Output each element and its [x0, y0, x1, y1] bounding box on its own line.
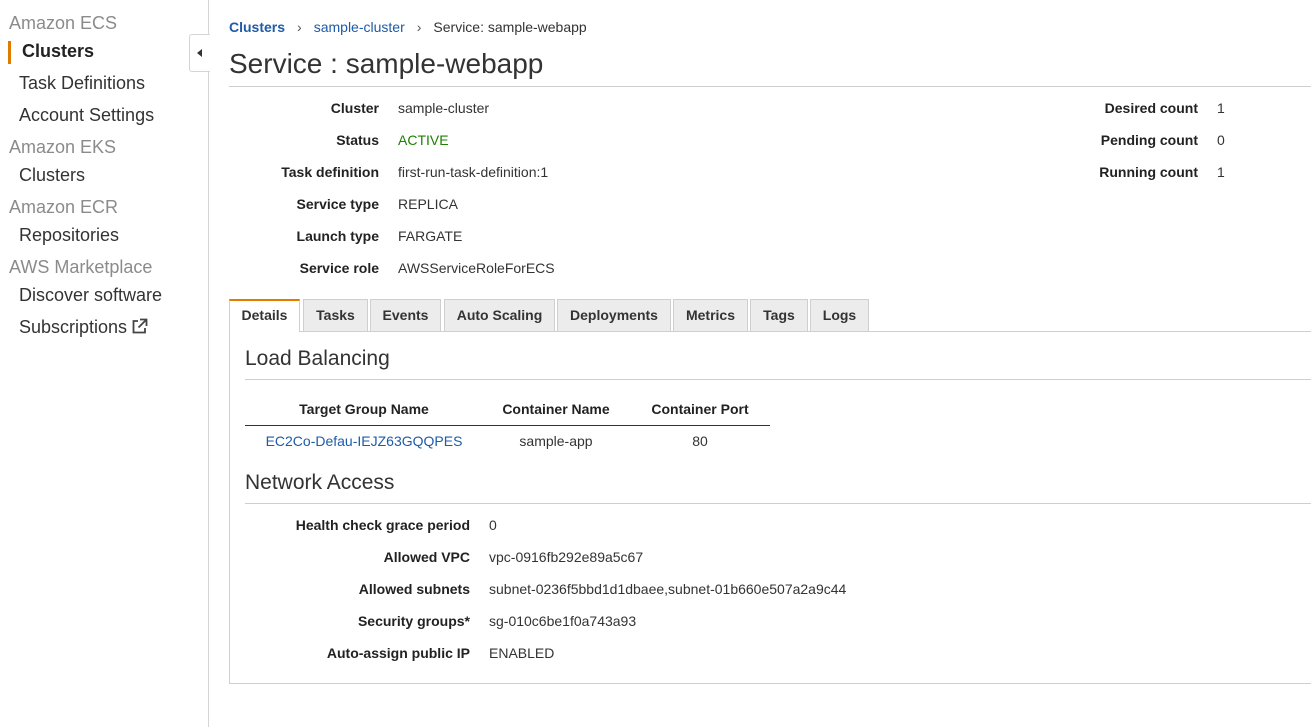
network-access-heading: Network Access [245, 471, 395, 494]
details-panel [229, 331, 1311, 684]
field-value-security-groups[interactable]: sg-010c6be1f0a743a93 [489, 613, 636, 629]
column-header-target-group: Target Group Name [299, 401, 429, 417]
field-label-allowed-vpc: Allowed VPC [383, 549, 470, 565]
load-balancing-heading: Load Balancing [245, 347, 390, 370]
sidebar-section-ecr: Amazon ECR [9, 197, 119, 217]
breadcrumb-separator-icon: › [416, 19, 422, 35]
network-access-divider [245, 503, 1311, 504]
external-link-icon [131, 318, 148, 340]
sidebar-collapse-button[interactable] [189, 34, 210, 72]
summary-value-running-count: 1 [1217, 164, 1225, 180]
tab-details[interactable]: Details [229, 299, 300, 332]
tab-metrics[interactable]: Metrics [673, 299, 748, 331]
breadcrumb-sample-cluster[interactable]: sample-cluster [314, 19, 405, 35]
table-header-divider [245, 425, 770, 426]
field-label-health-check-grace-period: Health check grace period [295, 517, 470, 533]
sidebar-item-subscriptions-label: Subscriptions [19, 317, 128, 337]
tab-events[interactable]: Events [370, 299, 441, 331]
sidebar-section-marketplace: AWS Marketplace [9, 257, 153, 277]
breadcrumb-current: Service: sample-webapp [433, 19, 587, 35]
summary-value-pending-count: 0 [1217, 132, 1225, 148]
field-label-auto-assign-public-ip: Auto-assign public IP [326, 645, 470, 661]
summary-label-status: Status [336, 132, 379, 148]
summary-value-cluster[interactable]: sample-cluster [398, 100, 489, 116]
field-value-allowed-subnets[interactable]: subnet-0236f5bbd1d1dbaee,subnet-01b660e5… [489, 581, 846, 597]
breadcrumb: Clusters › sample-cluster › Service: sample-… [229, 19, 587, 35]
summary-value-service-role: AWSServiceRoleForECS [398, 260, 555, 276]
page-title: Service : sample-webapp [229, 48, 544, 79]
sidebar-item-subscriptions[interactable]: Subscriptions [19, 317, 148, 340]
tab-logs[interactable]: Logs [810, 299, 869, 331]
summary-label-pending-count: Pending count [1100, 132, 1198, 148]
summary-label-running-count: Running count [1099, 164, 1198, 180]
sidebar-item-repositories[interactable]: Repositories [19, 225, 119, 246]
breadcrumb-clusters[interactable]: Clusters [229, 19, 285, 35]
summary-value-task-definition[interactable]: first-run-task-definition:1 [398, 164, 548, 180]
summary-value-launch-type: FARGATE [398, 228, 463, 244]
load-balancing-divider [245, 379, 1311, 380]
summary-label-task-definition: Task definition [281, 164, 379, 180]
summary-label-service-role: Service role [299, 260, 379, 276]
breadcrumb-separator-icon: › [297, 19, 302, 35]
container-name-cell: sample-app [519, 433, 593, 449]
field-value-auto-assign-public-ip: ENABLED [489, 645, 555, 661]
field-label-allowed-subnets: Allowed subnets [358, 581, 470, 597]
summary-label-service-type: Service type [296, 196, 380, 212]
summary-value-service-type: REPLICA [398, 196, 458, 212]
column-header-container-port: Container Port [651, 401, 749, 417]
sidebar-item-discover-software[interactable]: Discover software [19, 285, 162, 306]
status-badge: ACTIVE [398, 132, 449, 148]
summary-label-desired-count: Desired count [1104, 100, 1198, 116]
target-group-link[interactable]: EC2Co-Defau-IEJZ63GQQPES [245, 433, 483, 449]
sidebar-item-account-settings[interactable]: Account Settings [19, 105, 154, 126]
sidebar-item-eks-clusters[interactable]: Clusters [19, 165, 85, 186]
sidebar-item-ecs-clusters[interactable]: Clusters [22, 41, 94, 62]
tab-deployments[interactable]: Deployments [557, 299, 671, 331]
chevron-left-icon [197, 49, 202, 57]
summary-label-cluster: Cluster [330, 100, 379, 116]
field-label-security-groups: Security groups* [357, 613, 470, 629]
sidebar: Amazon ECS Clusters Task Definitions Acc… [0, 0, 209, 727]
sidebar-section-ecs: Amazon ECS [9, 13, 118, 33]
title-divider [229, 86, 1311, 87]
tab-tasks[interactable]: Tasks [303, 299, 368, 331]
summary-label-launch-type: Launch type [296, 228, 379, 244]
container-port-cell: 80 [692, 433, 708, 449]
sidebar-section-eks: Amazon EKS [9, 137, 117, 157]
column-header-container-name: Container Name [502, 401, 610, 417]
sidebar-item-task-definitions[interactable]: Task Definitions [19, 73, 145, 94]
field-value-allowed-vpc[interactable]: vpc-0916fb292e89a5c67 [489, 549, 643, 565]
tab-tags[interactable]: Tags [750, 299, 808, 331]
summary-value-desired-count: 1 [1217, 100, 1225, 116]
tab-auto-scaling[interactable]: Auto Scaling [444, 299, 555, 331]
field-value-health-check-grace-period: 0 [489, 517, 497, 533]
active-indicator [8, 41, 11, 64]
